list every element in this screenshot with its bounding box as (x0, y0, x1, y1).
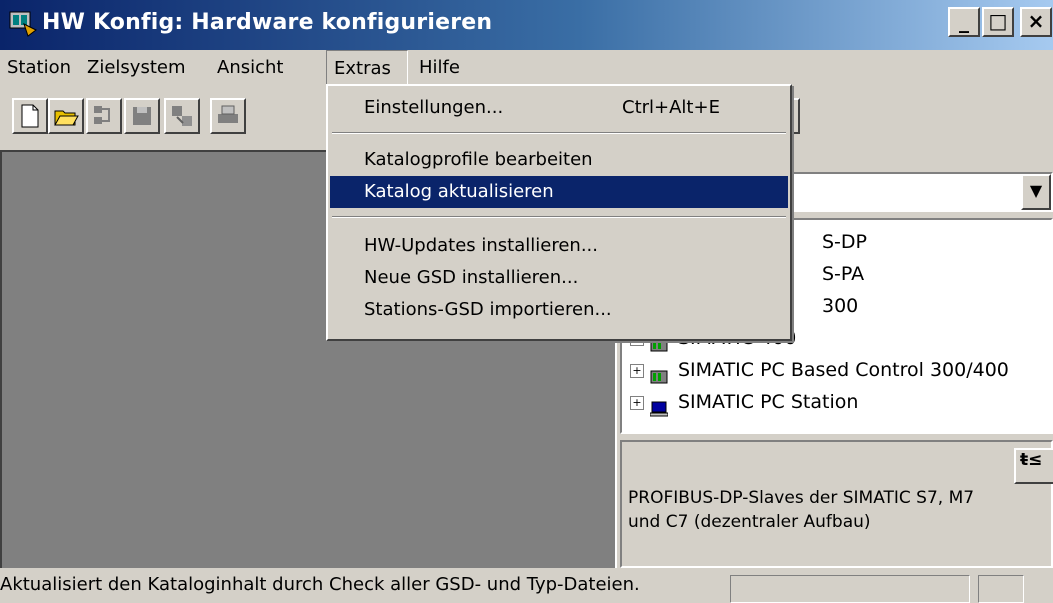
hw-config-app-icon[interactable] (8, 8, 38, 38)
printer-icon (218, 105, 238, 123)
tree-item-profibus-dp[interactable]: S-DP (822, 226, 867, 258)
tree-item-label: S-DP (822, 231, 868, 253)
window-title: HW Konfig: Hardware konfigurieren (42, 10, 493, 35)
close-button[interactable]: × (1020, 7, 1052, 37)
menu-item-shortcut: Ctrl+Alt+E (622, 97, 720, 118)
tree-item-simatic-300[interactable]: 300 (822, 290, 858, 322)
chevron-down-icon[interactable]: ▼ (1021, 174, 1051, 210)
status-pane-1 (730, 575, 970, 603)
print-button[interactable] (210, 98, 246, 134)
menu-hilfe[interactable]: Hilfe (412, 50, 467, 86)
open-folder-icon (54, 110, 79, 126)
menu-bar: Station Zielsystem Ansicht Extras Hilfe (0, 50, 1053, 86)
status-pane-2 (978, 575, 1024, 603)
tree-item-label: 300 (822, 295, 859, 317)
expand-icon[interactable]: + (630, 395, 644, 410)
status-bar: Aktualisiert den Kataloginhalt durch Che… (0, 570, 1053, 603)
new-button[interactable] (12, 98, 48, 134)
maximize-button[interactable]: □ (982, 7, 1014, 37)
menu-item-einstellungen[interactable]: Einstellungen... Ctrl+Alt+E (330, 92, 788, 124)
menu-item-katalogprofile[interactable]: Katalogprofile bearbeiten (330, 144, 788, 176)
save-button[interactable] (124, 98, 160, 134)
menu-station[interactable]: Station (0, 50, 78, 86)
simatic-rack-icon (650, 363, 668, 383)
menu-item-hw-updates[interactable]: HW-Updates installieren... (330, 230, 788, 262)
menu-extras[interactable]: Extras (326, 50, 408, 86)
tree-item-label: SIMATIC PC Based Control 300/400 (678, 359, 1009, 381)
open-button[interactable] (48, 98, 84, 134)
menu-zielsystem[interactable]: Zielsystem (80, 50, 192, 86)
download-button[interactable] (164, 98, 200, 134)
menu-separator (332, 132, 786, 134)
title-bar: HW Konfig: Hardware konfigurieren _ □ × (0, 0, 1053, 50)
tree-item-profibus-pa[interactable]: S-PA (822, 258, 864, 290)
save-disk-icon (133, 107, 151, 125)
new-document-icon (21, 104, 39, 128)
network-button[interactable] (86, 98, 122, 134)
order-number-button[interactable]: ŧ≤ (1014, 448, 1053, 484)
menu-ansicht[interactable]: Ansicht (210, 50, 290, 86)
catalog-description-panel: PROFIBUS-DP-Slaves der SIMATIC S7, M7 un… (620, 440, 1053, 568)
catalog-description: PROFIBUS-DP-Slaves der SIMATIC S7, M7 un… (628, 488, 975, 532)
menu-item-stations-gsd[interactable]: Stations-GSD importieren... (330, 294, 788, 326)
tree-item-label: S-PA (822, 263, 865, 285)
download-to-plc-icon (172, 106, 192, 126)
pc-station-icon (649, 395, 669, 416)
extras-dropdown-menu: Einstellungen... Ctrl+Alt+E Katalogprofi… (326, 84, 792, 341)
status-text: Aktualisiert den Kataloginhalt durch Che… (0, 574, 640, 595)
minimize-button[interactable]: _ (948, 7, 980, 37)
tree-item-label: SIMATIC PC Station (678, 391, 859, 413)
expand-icon[interactable]: + (630, 363, 644, 378)
menu-item-label: Einstellungen... (364, 97, 504, 118)
tree-item-pc-based-control[interactable]: + SIMATIC PC Based Control 300/400 (630, 354, 1009, 386)
menu-item-neue-gsd[interactable]: Neue GSD installieren... (330, 262, 788, 294)
network-icon (94, 106, 110, 124)
tree-item-pc-station[interactable]: + SIMATIC PC Station (630, 386, 858, 418)
menu-separator (332, 216, 786, 218)
menu-item-katalog-aktualisieren[interactable]: Katalog aktualisieren (330, 176, 788, 208)
